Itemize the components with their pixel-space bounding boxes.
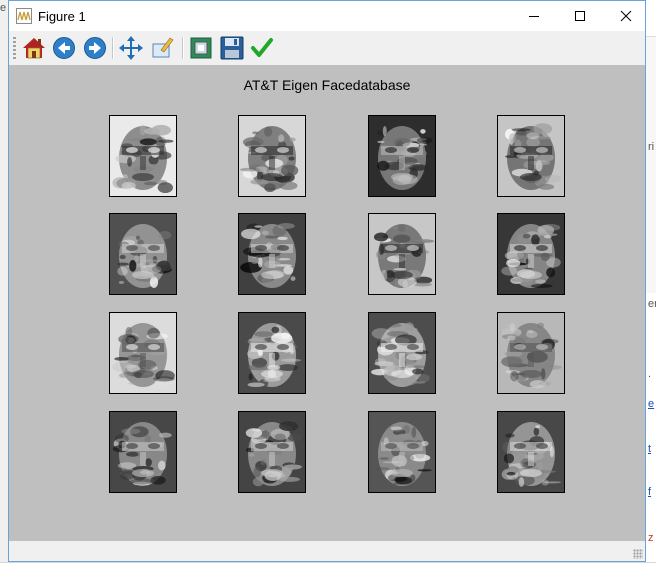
background-panel bbox=[646, 36, 656, 293]
toolbar-separator bbox=[182, 37, 184, 59]
subplots-button[interactable] bbox=[188, 35, 214, 61]
close-button[interactable] bbox=[603, 1, 649, 31]
maximize-button[interactable] bbox=[557, 1, 603, 31]
home-icon bbox=[23, 38, 45, 59]
floppy-disk-icon bbox=[220, 36, 244, 60]
home-button[interactable] bbox=[21, 35, 47, 61]
status-bar bbox=[9, 541, 645, 561]
eigenface-image bbox=[238, 411, 306, 493]
forward-button[interactable] bbox=[82, 35, 108, 61]
navigation-toolbar bbox=[9, 31, 645, 65]
background-text: e bbox=[0, 2, 7, 14]
eigenface-image bbox=[497, 411, 565, 493]
forward-arrow-icon bbox=[84, 37, 106, 59]
save-button[interactable] bbox=[219, 35, 245, 61]
edit-params-button[interactable] bbox=[249, 35, 275, 61]
background-text: ri bbox=[648, 141, 655, 153]
back-arrow-icon bbox=[53, 37, 75, 59]
toolbar-separator bbox=[112, 37, 114, 59]
checkmark-icon bbox=[251, 38, 273, 57]
toolbar-grip[interactable] bbox=[13, 37, 16, 59]
title-bar[interactable]: Figure 1 bbox=[9, 1, 645, 31]
minimize-button[interactable] bbox=[511, 1, 557, 31]
background-link[interactable]: t bbox=[648, 443, 651, 455]
zoom-button[interactable] bbox=[150, 35, 176, 61]
minimize-icon bbox=[529, 16, 539, 17]
subplots-icon bbox=[190, 37, 212, 59]
close-icon bbox=[620, 10, 632, 22]
eigenface-image bbox=[109, 312, 177, 394]
maximize-icon bbox=[575, 11, 585, 21]
matplotlib-icon bbox=[16, 8, 32, 24]
eigenface-image bbox=[238, 312, 306, 394]
back-button[interactable] bbox=[51, 35, 77, 61]
figure-title: AT&T Eigen Facedatabase bbox=[243, 77, 411, 93]
eigenface-image bbox=[368, 213, 436, 295]
eigenface-image bbox=[497, 312, 565, 394]
window-title: Figure 1 bbox=[38, 9, 86, 24]
pan-button[interactable] bbox=[118, 35, 144, 61]
background-link[interactable]: e bbox=[648, 398, 654, 410]
eigenface-image bbox=[109, 213, 177, 295]
eigenface-image bbox=[109, 411, 177, 493]
eigenface-image bbox=[368, 312, 436, 394]
zoom-rect-icon bbox=[152, 37, 174, 58]
eigenface-image bbox=[497, 115, 565, 197]
eigenface-image bbox=[238, 115, 306, 197]
eigenface-image bbox=[109, 115, 177, 197]
eigenface-image bbox=[368, 411, 436, 493]
background-text: er bbox=[648, 298, 656, 310]
figure-window: Figure 1 AT&T Eigen Facedatabase bbox=[8, 0, 646, 562]
background-text: . bbox=[648, 368, 652, 380]
resize-grip[interactable] bbox=[633, 549, 643, 559]
background-text: z bbox=[648, 532, 654, 544]
eigenface-image bbox=[368, 115, 436, 197]
figure-canvas[interactable]: AT&T Eigen Facedatabase bbox=[9, 65, 645, 541]
background-link[interactable]: f bbox=[648, 486, 651, 498]
eigenface-image bbox=[238, 213, 306, 295]
eigenface-image bbox=[497, 213, 565, 295]
move-icon bbox=[119, 36, 143, 60]
